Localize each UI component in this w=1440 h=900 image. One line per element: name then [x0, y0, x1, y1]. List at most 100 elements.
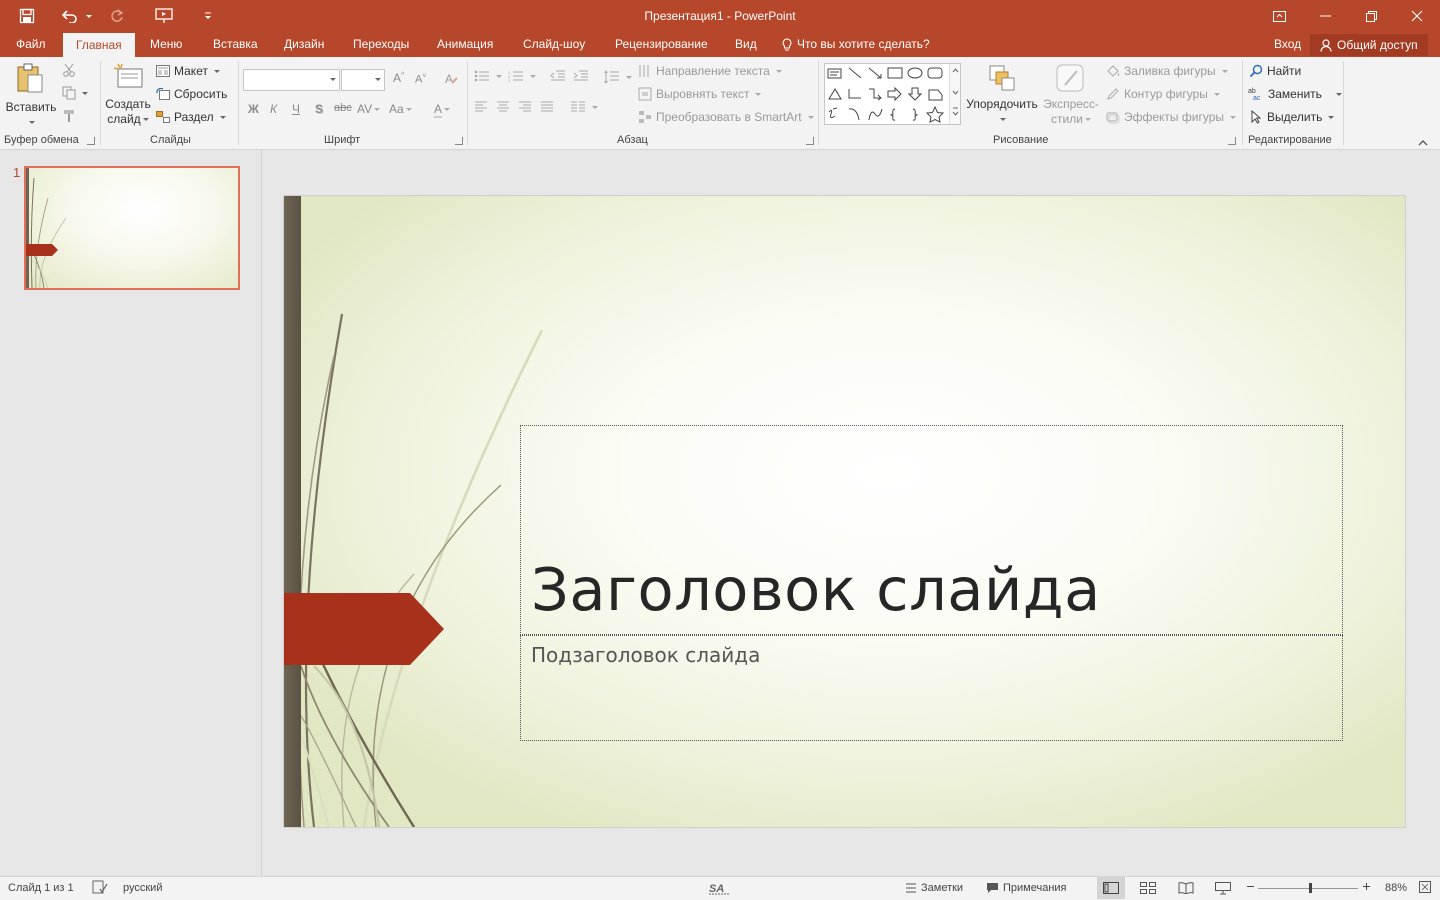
text-shadow-button[interactable]: S: [315, 102, 323, 116]
language-indicator[interactable]: русский: [123, 882, 162, 894]
increase-indent-icon[interactable]: [573, 70, 589, 82]
align-right-icon[interactable]: [518, 101, 532, 113]
redo-icon[interactable]: [106, 0, 128, 32]
ribbon-display-options-icon[interactable]: [1256, 0, 1302, 32]
bullets-icon[interactable]: [474, 70, 502, 82]
font-size-dropdown-icon[interactable]: [375, 78, 381, 81]
font-name-dropdown-icon[interactable]: [330, 78, 336, 81]
customize-qat-icon[interactable]: [200, 0, 216, 32]
font-color-icon[interactable]: A: [434, 102, 451, 118]
save-icon[interactable]: [14, 0, 40, 32]
font-launcher-icon[interactable]: [455, 137, 463, 145]
format-painter-icon[interactable]: [62, 109, 76, 123]
italic-button[interactable]: К: [270, 102, 277, 116]
tell-me-search[interactable]: Что вы хотите сделать?: [782, 32, 930, 57]
increase-font-icon[interactable]: A^: [393, 71, 404, 85]
font-size-box[interactable]: [341, 69, 385, 91]
align-center-icon[interactable]: [496, 101, 510, 113]
font-name-box[interactable]: [243, 69, 340, 91]
comments-button[interactable]: Примечания: [986, 882, 1067, 894]
shapes-scroll[interactable]: [949, 64, 960, 124]
columns-icon[interactable]: [570, 101, 598, 113]
slide-thumbnail[interactable]: [24, 166, 240, 290]
tab-menu[interactable]: Меню: [149, 32, 183, 57]
paste-button[interactable]: Вставить: [4, 63, 58, 130]
restore-icon[interactable]: [1348, 0, 1394, 32]
section-button[interactable]: Раздел: [156, 110, 226, 124]
select-button[interactable]: Выделить: [1249, 110, 1335, 124]
arrange-button[interactable]: Упорядочить: [964, 63, 1040, 127]
underline-button[interactable]: Ч: [292, 102, 300, 116]
minimize-icon[interactable]: [1302, 0, 1348, 32]
collapse-ribbon-icon[interactable]: [1418, 135, 1428, 149]
cut-icon[interactable]: [62, 63, 76, 77]
clipboard-launcher-icon[interactable]: [87, 137, 95, 145]
tab-home[interactable]: Главная: [63, 33, 135, 57]
new-slide-label-2: слайд: [107, 112, 141, 126]
find-button[interactable]: Найти: [1249, 64, 1301, 78]
paste-label: Вставить: [5, 100, 57, 114]
sign-in-link[interactable]: Вход: [1274, 32, 1301, 57]
slide-canvas[interactable]: Заголовок слайда Подзаголовок слайда: [284, 196, 1405, 827]
change-case-button[interactable]: Aa: [389, 102, 412, 116]
replace-button[interactable]: ab ac Заменить: [1248, 87, 1342, 101]
zoom-slider-thumb[interactable]: [1308, 883, 1312, 893]
drawing-launcher-icon[interactable]: [1228, 137, 1236, 145]
undo-dropdown-icon[interactable]: [82, 0, 94, 32]
tab-review[interactable]: Рецензирование: [614, 32, 709, 57]
notes-button[interactable]: Заметки: [905, 882, 963, 894]
line-spacing-icon[interactable]: [604, 70, 632, 84]
zoom-level[interactable]: 88%: [1385, 882, 1407, 894]
new-slide-button[interactable]: Создать слайд: [104, 63, 152, 127]
character-spacing-icon[interactable]: AV: [357, 102, 381, 116]
copy-icon[interactable]: [62, 86, 88, 100]
tab-design[interactable]: Дизайн: [283, 32, 325, 57]
numbering-icon[interactable]: 123: [508, 70, 536, 82]
fit-slide-icon[interactable]: [1418, 880, 1432, 894]
reading-view-icon[interactable]: [1178, 882, 1194, 894]
reset-button[interactable]: Сбросить: [156, 87, 227, 101]
text-direction-button[interactable]: Направление текста: [638, 64, 782, 78]
align-left-icon[interactable]: [474, 101, 488, 113]
tab-view[interactable]: Вид: [734, 32, 758, 57]
accessibility-icon[interactable]: SA: [709, 881, 731, 895]
zoom-in-button[interactable]: [1362, 882, 1371, 891]
subtitle-placeholder[interactable]: Подзаголовок слайда: [520, 635, 1343, 741]
text-direction-icon: [639, 65, 649, 77]
zoom-out-button[interactable]: [1246, 882, 1255, 891]
notes-icon: [906, 883, 916, 893]
title-placeholder[interactable]: Заголовок слайда: [520, 425, 1343, 635]
tab-transitions[interactable]: Переходы: [352, 32, 410, 57]
undo-icon[interactable]: [58, 0, 82, 32]
slide-sorter-view-icon[interactable]: [1140, 882, 1156, 894]
slideshow-view-icon[interactable]: [1215, 882, 1231, 895]
share-button[interactable]: Общий доступ: [1310, 34, 1428, 56]
shape-fill-button[interactable]: Заливка фигуры: [1106, 64, 1228, 78]
normal-view-button[interactable]: [1097, 877, 1125, 899]
strikethrough-button[interactable]: abc: [334, 102, 352, 114]
tab-slideshow[interactable]: Слайд-шоу: [522, 32, 586, 57]
shape-effects-button[interactable]: Эффекты фигуры: [1106, 110, 1237, 124]
bold-button[interactable]: Ж: [248, 102, 259, 116]
zoom-slider[interactable]: [1258, 883, 1358, 893]
tab-insert[interactable]: Вставка: [212, 32, 259, 57]
close-icon[interactable]: [1394, 0, 1440, 32]
decrease-indent-icon[interactable]: [550, 70, 566, 82]
shapes-gallery[interactable]: [824, 63, 961, 125]
normal-view-icon: [1103, 882, 1119, 894]
convert-smartart-button[interactable]: Преобразовать в SmartArt: [638, 110, 814, 124]
tab-file[interactable]: Файл: [15, 32, 47, 57]
shape-outline-button[interactable]: Контур фигуры: [1106, 87, 1220, 101]
quick-styles-button[interactable]: Экспресс- стили: [1040, 63, 1102, 127]
clear-formatting-icon[interactable]: A: [444, 71, 458, 88]
slide-counter: Слайд 1 из 1: [8, 882, 74, 894]
decrease-font-icon[interactable]: A˅: [415, 73, 426, 86]
justify-icon[interactable]: [540, 101, 554, 113]
layout-button[interactable]: Макет: [156, 64, 220, 78]
paragraph-launcher-icon[interactable]: [806, 137, 814, 145]
reset-label: Сбросить: [174, 87, 228, 101]
tab-animations[interactable]: Анимация: [436, 32, 494, 57]
align-text-button[interactable]: Выровнять текст: [638, 87, 762, 101]
start-slideshow-icon[interactable]: [152, 0, 176, 32]
spellcheck-icon[interactable]: [92, 880, 108, 894]
